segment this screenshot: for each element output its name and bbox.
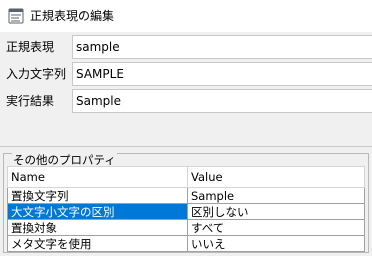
column-header-value[interactable]: Value <box>187 166 365 188</box>
input-string-field[interactable]: SAMPLE <box>72 62 372 86</box>
title-bar: 正規表現の編集 <box>0 0 372 32</box>
result-row: 実行結果 Sample <box>0 89 372 113</box>
property-name[interactable]: メタ文字を使用 <box>7 235 188 252</box>
property-value[interactable]: Sample <box>187 187 365 204</box>
app-icon <box>8 8 24 24</box>
property-name[interactable]: 置換対象 <box>7 219 188 236</box>
column-header-name[interactable]: Name <box>7 166 188 188</box>
input-string-label: 入力文字列 <box>6 67 67 81</box>
window-title: 正規表現の編集 <box>30 9 115 23</box>
properties-group-title: その他のプロパティ <box>12 153 117 167</box>
property-name[interactable]: 置換文字列 <box>7 187 188 204</box>
grid-header-row: Name Value <box>7 166 365 188</box>
regex-row: 正規表現 sample <box>0 35 372 59</box>
property-name[interactable]: 大文字小文字の区別 <box>7 203 188 220</box>
regex-label: 正規表現 <box>6 40 55 54</box>
property-row-selected[interactable]: 大文字小文字の区別 区別しない <box>7 203 365 220</box>
properties-grid: Name Value 置換文字列 Sample 大文字小文字の区別 区別しない … <box>7 166 365 252</box>
property-row[interactable]: 置換対象 すべて <box>7 219 365 236</box>
property-value[interactable]: 区別しない <box>187 203 365 220</box>
result-label: 実行結果 <box>6 94 55 108</box>
property-row[interactable]: メタ文字を使用 いいえ <box>7 235 365 252</box>
property-row[interactable]: 置換文字列 Sample <box>7 187 365 204</box>
splitter[interactable] <box>0 146 372 147</box>
property-value[interactable]: いいえ <box>187 235 365 252</box>
property-value[interactable]: すべて <box>187 219 365 236</box>
result-field[interactable]: Sample <box>72 89 372 113</box>
regex-input[interactable]: sample <box>72 35 372 59</box>
input-string-row: 入力文字列 SAMPLE <box>0 62 372 86</box>
